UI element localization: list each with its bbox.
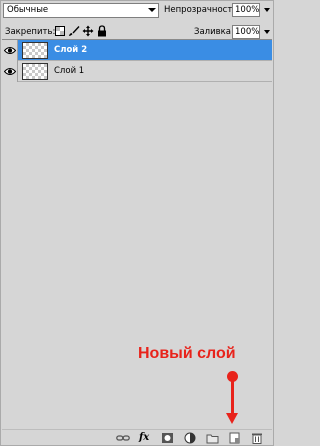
lock-brush-icon[interactable] xyxy=(68,25,80,37)
link-layers-icon[interactable] xyxy=(116,432,130,444)
layer-thumbnail xyxy=(22,63,48,80)
lock-transparent-icon[interactable] xyxy=(54,25,66,37)
fill-value: 100% xyxy=(235,27,260,37)
opacity-value: 100% xyxy=(235,5,260,15)
blend-mode-select[interactable]: Обычные xyxy=(3,3,159,18)
add-mask-icon[interactable] xyxy=(161,432,175,444)
opacity-label: Непрозрачность: xyxy=(164,5,241,15)
layers-panel: Обычные Непрозрачность: 100% Закрепить: … xyxy=(0,0,274,446)
annotation-text: Новый слой xyxy=(138,345,236,362)
fill-label: Заливка: xyxy=(194,27,234,37)
annotation-arrow-head-icon xyxy=(226,413,238,424)
chevron-down-icon xyxy=(148,8,156,12)
visibility-toggle[interactable] xyxy=(2,40,18,61)
fill-dropdown-icon[interactable] xyxy=(264,30,270,34)
adjustment-layer-icon[interactable] xyxy=(184,432,198,444)
visibility-toggle[interactable] xyxy=(2,61,18,82)
layer-row-2[interactable]: Слой 2 xyxy=(2,40,272,61)
eye-icon xyxy=(4,68,16,75)
fill-input[interactable]: 100% xyxy=(232,25,260,39)
lock-all-icon[interactable] xyxy=(96,25,108,37)
new-layer-icon[interactable] xyxy=(228,432,242,444)
lock-label: Закрепить: xyxy=(5,27,56,37)
opacity-input[interactable]: 100% xyxy=(232,3,260,17)
fx-label: fx xyxy=(139,432,150,443)
layer-name: Слой 1 xyxy=(54,66,85,76)
layers-bottom-toolbar: fx xyxy=(2,429,272,445)
annotation-arrow-line xyxy=(231,379,234,417)
layer-row-1[interactable]: Слой 1 xyxy=(2,61,272,82)
layer-name: Слой 2 xyxy=(54,45,88,55)
fx-icon[interactable]: fx xyxy=(139,432,153,444)
new-group-icon[interactable] xyxy=(206,432,220,444)
lock-move-icon[interactable] xyxy=(82,25,94,37)
delete-layer-icon[interactable] xyxy=(250,432,264,444)
layer-thumbnail xyxy=(22,42,48,59)
opacity-dropdown-icon[interactable] xyxy=(264,8,270,12)
blend-mode-value: Обычные xyxy=(7,5,49,15)
eye-icon xyxy=(4,47,16,54)
